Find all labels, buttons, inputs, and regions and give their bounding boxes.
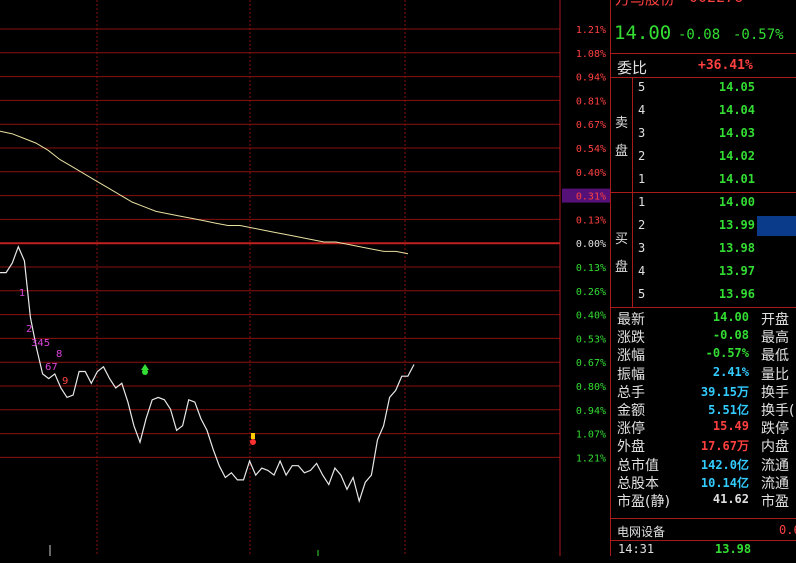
- stat-value: 142.0亿: [700, 457, 749, 472]
- sector-row[interactable]: 电网设备 0.6: [611, 520, 796, 542]
- stat-row: 金额 5.51亿 换手(: [611, 400, 796, 419]
- price-line: [0, 245, 415, 504]
- stat-label-2: 市盈: [761, 494, 789, 510]
- sell-level-4[interactable]: 4 14.04: [633, 100, 796, 123]
- stat-value: 14.00: [712, 310, 749, 324]
- buy-level-5[interactable]: 5 13.96: [633, 284, 796, 307]
- axis-tick-label: 0.94%: [576, 406, 606, 417]
- stat-row: 最新 14.00 开盘: [611, 309, 796, 328]
- sell-level-5[interactable]: 5 14.05: [633, 77, 796, 100]
- last-price: 14.00: [614, 22, 672, 44]
- stat-value: -0.57%: [705, 346, 749, 361]
- quote-panel: 万马股份 002276 14.00 -0.08 -0.57% 委比 +36.41…: [610, 0, 796, 556]
- stat-label-2: 跌停: [761, 421, 789, 438]
- axis-tick-label: 1.21%: [576, 453, 606, 464]
- price-summary: 14.00 -0.08 -0.57%: [611, 22, 796, 46]
- stat-label: 总股本: [617, 475, 659, 492]
- buy-level-4[interactable]: 4 13.97: [633, 261, 796, 284]
- stat-value: 10.14亿: [700, 475, 749, 490]
- stat-label: 市盈(静): [617, 494, 670, 510]
- price-change: -0.08: [678, 27, 721, 43]
- axis-tick-label: 1.21%: [576, 25, 606, 36]
- stat-row: 总股本 10.14亿 流通: [611, 473, 796, 492]
- axis-tick-label: 0.67%: [576, 358, 606, 369]
- stat-label-2: 开盘: [761, 312, 789, 328]
- trade-row: 14:31 13.98: [618, 542, 752, 556]
- stat-value: 15.49: [712, 419, 749, 434]
- chart-annotation-label: 8: [56, 349, 62, 360]
- axis-tick-label: 0.40%: [576, 311, 606, 322]
- axis-tick-label: 1.07%: [576, 430, 606, 441]
- stat-value: 39.15万: [700, 384, 749, 399]
- stat-label: 总手: [617, 384, 645, 401]
- stat-row: 总手 39.15万 换手: [611, 382, 796, 401]
- stat-value: 17.67万: [700, 439, 749, 454]
- volume-bar: [757, 216, 796, 236]
- axis-tick-label: 0.94%: [576, 73, 606, 84]
- sell-level-1[interactable]: 1 14.01: [633, 169, 796, 192]
- axis-tick-label: 0.00%: [576, 239, 606, 250]
- stat-label: 最新: [617, 312, 645, 328]
- stat-label-2: 换手(: [761, 403, 795, 419]
- axis-tick-label: 0.67%: [576, 120, 606, 131]
- buy-level-1[interactable]: 1 14.00: [633, 192, 796, 215]
- stock-title: 万马股份 002276: [611, 0, 796, 8]
- stat-value: 2.41%: [712, 364, 749, 379]
- axis-tick-label: 1.08%: [576, 49, 606, 60]
- stat-label: 涨幅: [617, 348, 645, 365]
- intraday-chart[interactable]: 1.21% 1.08% 0.94% 0.81% 0.67% 0.54% 0.40% 0.31%…: [0, 0, 610, 556]
- stat-label-2: 最高: [761, 330, 789, 347]
- stat-value: 5.51亿: [708, 403, 749, 417]
- stat-value: -0.08: [712, 328, 749, 343]
- chart-annotation-label: 345: [31, 338, 50, 349]
- buy-level-3[interactable]: 3 13.98: [633, 238, 796, 261]
- axis-tick-label: 0.40%: [576, 168, 606, 179]
- stat-label-2: 量比: [761, 366, 789, 383]
- axis-tick-label: 0.13%: [576, 215, 606, 226]
- stat-label-2: 流通: [761, 475, 789, 492]
- axis-tick-label: 0.31%: [576, 192, 606, 203]
- stat-label-2: 流通: [761, 457, 789, 474]
- stat-label-2: 最低: [761, 348, 789, 365]
- stat-row: 振幅 2.41% 量比: [611, 364, 796, 383]
- sell-signal-icon: [251, 433, 255, 439]
- sell-level-3[interactable]: 3 14.03: [633, 123, 796, 146]
- sell-signal-dot: [250, 439, 256, 445]
- stat-row: 外盘 17.67万 内盘: [611, 436, 796, 456]
- buy-signal-dot: [142, 369, 148, 375]
- axis-tick-label: 0.53%: [576, 334, 606, 345]
- stat-row: 总市值 142.0亿 流通: [611, 455, 796, 474]
- stat-row: 市盈(静) 41.62 市盈: [611, 491, 796, 510]
- stat-label: 涨跌: [617, 330, 645, 347]
- axis-tick-label: 0.81%: [576, 96, 606, 107]
- axis-tick-label: 0.80%: [576, 382, 606, 393]
- weibi-row: 委比 +36.41%: [617, 58, 753, 77]
- axis-tick-label: 0.13%: [576, 263, 606, 274]
- chart-annotation-label: 2: [26, 324, 32, 335]
- axis-tick-label: 0.26%: [576, 287, 606, 298]
- stat-row: 涨停 15.49 跌停: [611, 418, 796, 438]
- chart-annotation-label: 9: [62, 376, 68, 387]
- sell-level-2[interactable]: 2 14.02: [633, 146, 796, 169]
- buy-level-2[interactable]: 2 13.99: [633, 215, 796, 238]
- avg-price-line: [0, 130, 409, 255]
- stat-label-2: 内盘: [761, 439, 789, 456]
- stat-row: 涨幅 -0.57% 最低: [611, 345, 796, 365]
- stat-row: 涨跌 -0.08 最高: [611, 327, 796, 347]
- price-change-pct: -0.57%: [733, 27, 784, 43]
- stat-label: 总市值: [617, 457, 659, 474]
- weibi-value: +36.41%: [698, 58, 753, 73]
- stat-label: 涨停: [617, 421, 645, 438]
- stat-value: 41.62: [712, 492, 749, 506]
- axis-tick-label: 0.54%: [576, 144, 606, 155]
- chart-annotation-label: 1: [19, 288, 25, 299]
- stat-label: 外盘: [617, 439, 645, 456]
- stat-label: 振幅: [617, 366, 645, 383]
- stat-label: 金额: [617, 403, 645, 419]
- stat-label-2: 换手: [761, 384, 789, 401]
- chart-annotation-label: 67: [45, 362, 58, 373]
